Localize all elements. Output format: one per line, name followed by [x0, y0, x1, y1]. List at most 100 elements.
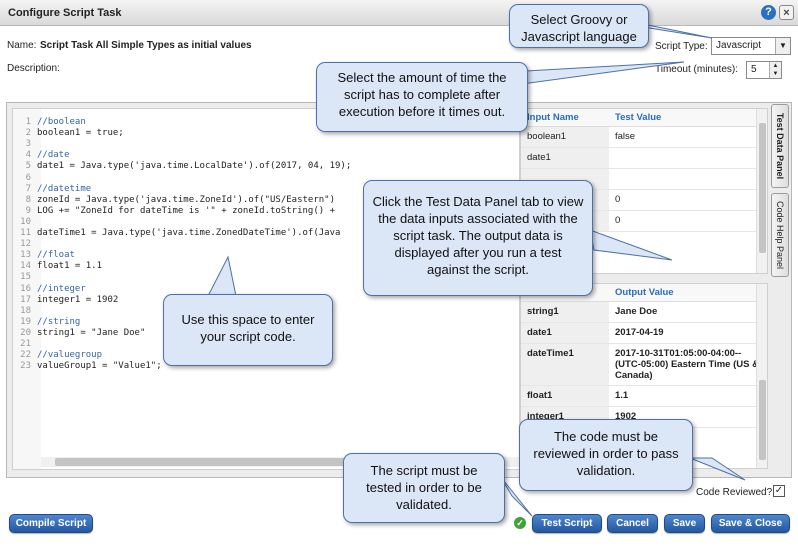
line-number: 7 [25, 183, 31, 194]
code-text: //integer [37, 283, 86, 294]
timeout-callout: Select the amount of time the script has… [316, 62, 528, 132]
code-line: 6 [13, 173, 37, 184]
code-line: 20 string1 = "Jane Doe" [13, 328, 145, 339]
row-value-cell [609, 147, 767, 169]
input-name-header: Input Name [521, 109, 609, 127]
code-text: integer1 = 1902 [37, 294, 119, 305]
code-line: 23 valueGroup1 = "Value1"; [13, 361, 162, 372]
row-value-cell: false [609, 126, 767, 148]
code-line: 12 [13, 239, 37, 250]
output-value-header: Output Value [609, 284, 767, 302]
tested-callout: The script must be tested in order to be… [343, 453, 505, 523]
test-panel-callout: Click the Test Data Panel tab to view th… [363, 180, 593, 296]
row-value-cell: 0 [609, 189, 767, 211]
code-line: 14 float1 = 1.1 [13, 261, 102, 272]
script-type-select[interactable]: Javascript ▼ [711, 37, 791, 55]
code-line: 5 date1 = Java.type('java.time.LocalDate'… [13, 161, 352, 172]
cancel-button[interactable]: Cancel [607, 514, 658, 533]
row-name-cell: date1 [521, 322, 609, 344]
test-value-header: Test Value [609, 109, 767, 127]
scroll-thumb[interactable] [55, 458, 363, 466]
code-line: 1 //boolean [13, 117, 86, 128]
script-type-label: Script Type: [655, 41, 708, 52]
code-line: 21 [13, 339, 37, 350]
language-callout: Select Groovy or Javascript language [509, 4, 649, 48]
line-number: 3 [25, 139, 31, 150]
code-text: //string [37, 316, 81, 327]
line-number: 14 [20, 261, 31, 272]
row-name-cell: string1 [521, 301, 609, 323]
code-line: 17 integer1 = 1902 [13, 295, 118, 306]
line-number: 19 [20, 316, 31, 327]
line-number: 17 [20, 294, 31, 305]
code-space-callout: Use this space to enter your script code… [163, 294, 333, 366]
code-line: 22 //valuegroup [13, 350, 102, 361]
line-number: 18 [20, 305, 31, 316]
code-line: 8 zoneId = Java.type('java.time.ZoneId').… [13, 195, 335, 206]
name-label: Name: [7, 40, 37, 51]
line-number: 21 [20, 339, 31, 349]
test-script-button[interactable]: Test Script [532, 514, 602, 533]
row-value-cell [609, 168, 767, 190]
row-name-cell: boolean1 [521, 126, 609, 148]
code-line: 18 [13, 306, 37, 317]
line-number: 8 [25, 194, 31, 205]
save-button[interactable]: Save [664, 514, 705, 533]
table-row[interactable]: date1 2017-04-19 [521, 322, 767, 344]
line-number: 4 [25, 150, 31, 161]
scroll-thumb[interactable] [759, 123, 766, 253]
timeout-spinner[interactable]: 5 ▲ ▼ [746, 61, 782, 79]
row-value-cell: 0 [609, 210, 767, 232]
code-text: LOG += "ZoneId for dateTime is '" + zone… [37, 205, 336, 216]
table-row[interactable]: date1 [521, 147, 767, 169]
code-text: //datetime [37, 183, 92, 194]
code-line: 10 [13, 217, 37, 228]
line-number: 6 [25, 172, 31, 183]
table-row[interactable]: dateTime1 2017-10-31T01:05:00-04:00--(UTC… [521, 343, 767, 386]
code-text: //boolean [37, 117, 86, 127]
row-value-cell: Jane Doe [609, 301, 767, 323]
line-number: 5 [25, 161, 31, 172]
scroll-thumb[interactable] [759, 380, 766, 460]
code-text: valueGroup1 = "Value1"; [37, 361, 162, 372]
row-value-cell: 1.1 [609, 385, 767, 407]
code-line: 9 LOG += "ZoneId for dateTime is '" + zon… [13, 206, 335, 217]
output-table: Output Value string1 Jane Doe date1 2017-04… [521, 284, 767, 428]
row-value-cell: 2017-04-19 [609, 322, 767, 344]
code-text: //float [37, 250, 75, 261]
code-text: //valuegroup [37, 350, 103, 361]
code-reviewed-checkbox[interactable]: ✓ [773, 485, 785, 497]
help-icon[interactable]: ? [761, 5, 776, 20]
line-number: 20 [20, 327, 31, 338]
code-text: date1 = Java.type('java.time.LocalDate')… [37, 161, 352, 172]
code-text: //date [37, 150, 70, 161]
compile-script-button[interactable]: Compile Script [9, 514, 93, 533]
tab-test-data-label: Test Data Panel [775, 112, 785, 180]
save-and-close-button[interactable]: Save & Close [711, 514, 790, 533]
line-number: 10 [20, 216, 31, 227]
output-scrollbar[interactable] [756, 284, 767, 468]
row-name-cell: date1 [521, 147, 609, 169]
tab-test-data-panel[interactable]: Test Data Panel [771, 104, 789, 188]
code-text: boolean1 = true; [37, 128, 124, 139]
code-line: 11 dateTime1 = Java.type('java.time.Zoned… [13, 228, 340, 239]
validated-check-icon: ✓ [514, 517, 526, 529]
input-scrollbar[interactable] [756, 109, 767, 273]
description-label: Description: [7, 63, 60, 74]
line-number: 9 [25, 205, 31, 216]
name-value: Script Task All Simple Types as initial … [40, 40, 252, 51]
table-row[interactable]: boolean1 false [521, 126, 767, 148]
close-icon[interactable]: × [779, 5, 794, 20]
code-line: 3 [13, 139, 37, 150]
spinner-arrows-icon[interactable]: ▲ ▼ [769, 62, 781, 78]
tab-code-help-panel[interactable]: Code Help Panel [771, 193, 789, 277]
dialog-title: Configure Script Task [8, 7, 122, 19]
script-type-value: Javascript [716, 40, 762, 51]
line-number: 15 [20, 272, 31, 283]
line-number: 1 [25, 117, 31, 127]
table-row[interactable]: float1 1.1 [521, 385, 767, 407]
line-number: 12 [20, 239, 31, 250]
code-reviewed-label: Code Reviewed? [696, 487, 773, 498]
code-text: string1 = "Jane Doe" [37, 327, 146, 338]
table-row[interactable]: string1 Jane Doe [521, 301, 767, 323]
